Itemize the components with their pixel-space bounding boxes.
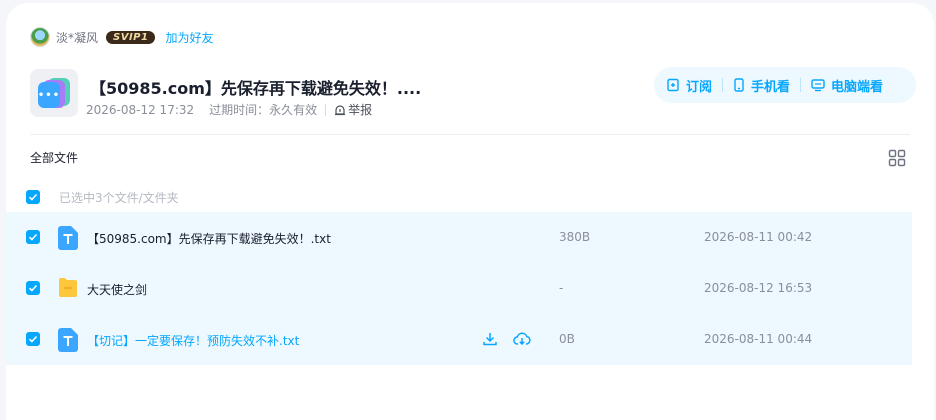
folder-icon [59, 278, 77, 297]
avatar[interactable] [30, 27, 50, 47]
file-size: - [559, 281, 564, 295]
row-checkbox[interactable] [26, 230, 40, 244]
report-icon [335, 104, 346, 115]
bookmark-icon [667, 78, 679, 92]
txt-file-icon [58, 226, 78, 250]
check-icon [28, 193, 38, 201]
select-all-checkbox[interactable] [26, 190, 40, 204]
thumb-dots: ••• [37, 89, 61, 101]
file-size: 0B [559, 332, 575, 346]
mobile-view-label: 手机看 [751, 79, 791, 95]
created-time: 2026-08-12 17:32 [86, 102, 195, 117]
file-row[interactable]: 【50985.com】先保存再下载避免失效！.txt 380B 2026-08-… [6, 212, 912, 263]
check-icon [28, 335, 38, 343]
selection-count: 已选中3个文件/文件夹 [59, 190, 179, 205]
selection-bar: 已选中3个文件/文件夹 [26, 188, 179, 206]
expire-value: 永久有效 [269, 103, 318, 117]
share-page-card: 淡*凝风 SVIP1 加为好友 ••• 【50985.com】先保存再下载避免失… [6, 3, 934, 420]
grid-view-icon[interactable] [888, 149, 906, 167]
file-name[interactable]: 【切记】一定要保存！预防失效不补.txt [87, 332, 299, 349]
report-button[interactable]: 举报 [334, 101, 372, 118]
file-time: 2026-08-12 16:53 [704, 281, 813, 295]
breadcrumb-all-files[interactable]: 全部文件 [30, 149, 78, 166]
row-checkbox[interactable] [26, 332, 40, 346]
subscribe-label: 订阅 [686, 79, 713, 95]
file-row[interactable]: 【切记】一定要保存！预防失效不补.txt 0B 2026-08-11 00:44 [6, 314, 912, 365]
txt-file-icon [58, 328, 78, 352]
file-name[interactable]: 大天使之剑 [87, 281, 147, 298]
phone-icon [734, 78, 744, 92]
share-title: 【50985.com】先保存再下载避免失效！.... [90, 79, 422, 98]
share-meta: 2026-08-12 17:32 过期时间： 永久有效 举报 [86, 101, 372, 118]
file-time: 2026-08-11 00:42 [704, 230, 813, 244]
pc-view-button[interactable]: 电脑端看 [811, 76, 883, 95]
check-icon [28, 284, 38, 292]
pc-view-label: 电脑端看 [831, 79, 884, 95]
action-divider [800, 78, 802, 92]
action-divider [722, 78, 724, 92]
share-thumbnail: ••• [30, 69, 78, 117]
sharer-nickname: 淡*凝风 [56, 30, 99, 45]
file-list: 【50985.com】先保存再下载避免失效！.txt 380B 2026-08-… [6, 212, 912, 365]
file-row[interactable]: 大天使之剑 - 2026-08-12 16:53 [6, 263, 912, 314]
thumb-layer-front: ••• [38, 82, 60, 108]
expire-label: 过期时间： [209, 103, 270, 117]
sharer-info: 淡*凝风 SVIP1 加为好友 [30, 27, 213, 47]
download-icon[interactable] [482, 331, 498, 347]
mobile-view-button[interactable]: 手机看 [733, 76, 790, 95]
file-size: 380B [559, 230, 591, 244]
row-checkbox[interactable] [26, 281, 40, 295]
monitor-icon [811, 79, 825, 92]
subscribe-button[interactable]: 订阅 [666, 76, 712, 95]
report-label: 举报 [348, 103, 373, 117]
svip-badge: SVIP1 [106, 30, 156, 44]
file-time: 2026-08-11 00:44 [704, 332, 813, 346]
share-actions: 订阅 手机看 电脑端看 [654, 67, 916, 103]
header-divider [30, 134, 910, 135]
meta-divider [325, 103, 327, 116]
cloud-save-icon[interactable] [513, 331, 531, 347]
file-name[interactable]: 【50985.com】先保存再下载避免失效！.txt [87, 230, 331, 247]
add-friend-link[interactable]: 加为好友 [165, 29, 213, 46]
check-icon [28, 233, 38, 241]
